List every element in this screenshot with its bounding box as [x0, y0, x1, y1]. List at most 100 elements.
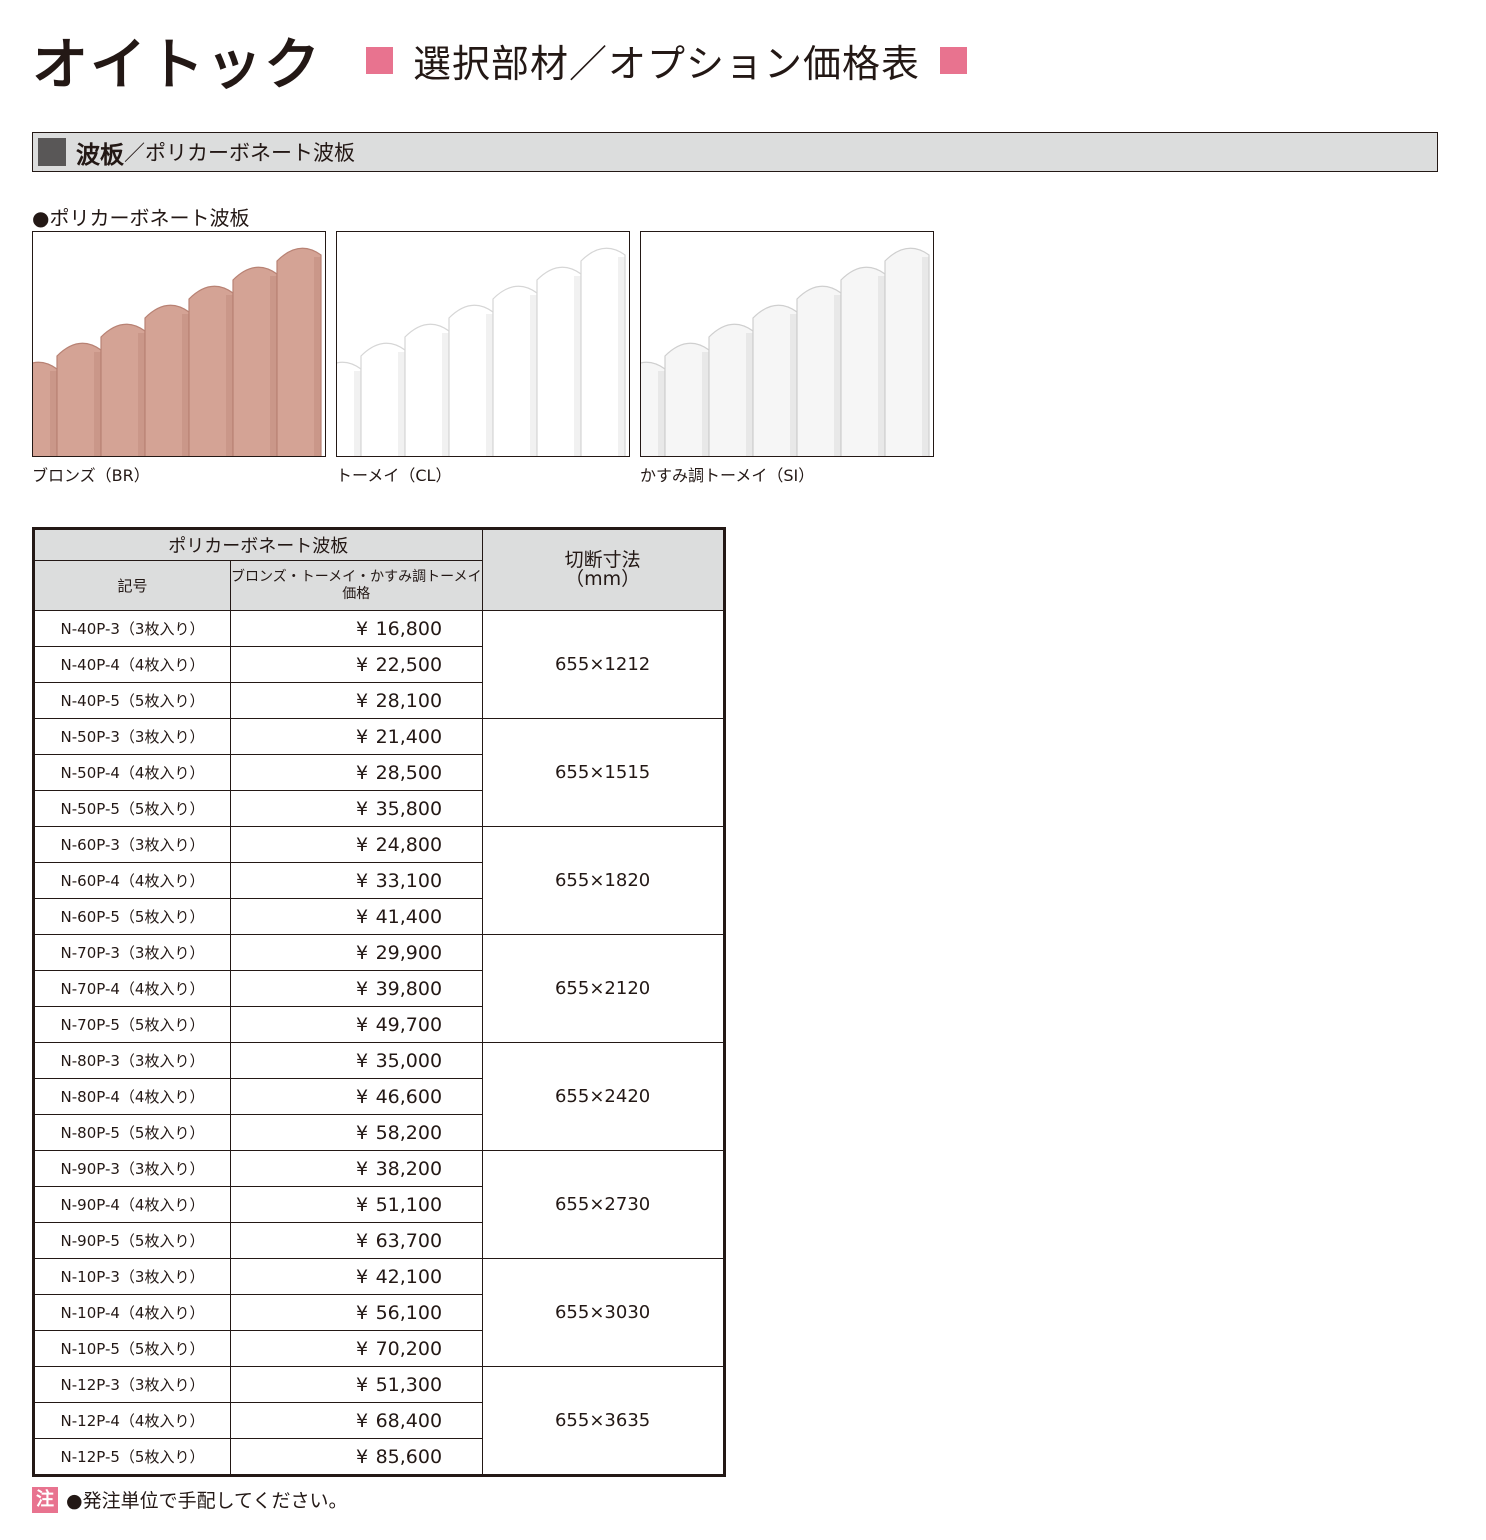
corrugation-shade [790, 314, 797, 456]
product-code-cell: N-12P-5（5枚入り） [33, 1438, 231, 1476]
price-cell: ¥42,100 [230, 1258, 483, 1295]
cut-size-cell: 655×3635 [481, 1366, 725, 1476]
corrugation-shade [94, 352, 101, 456]
price-column-header: ブロンズ・トーメイ・かすみ調トーメイ 価格 [230, 560, 483, 611]
table-row: N-40P-3（3枚入り） ¥16,800 655×1212 [33, 610, 725, 719]
product-code-cell: N-80P-5（5枚入り） [33, 1114, 231, 1151]
currency-symbol: ¥ [356, 1049, 369, 1072]
cut-size-cell: 655×1515 [481, 718, 725, 827]
swatch-caption: かすみ調トーメイ（SI） [640, 466, 815, 485]
cut-size-cell: 655×1212 [481, 610, 725, 719]
price-amount: 49,700 [375, 1013, 443, 1036]
price-cell: ¥33,100 [230, 862, 483, 899]
note-text: ●発注単位で手配してください。 [66, 1490, 348, 1512]
table-row: N-50P-3（3枚入り） ¥21,400 655×1515 [33, 718, 725, 827]
currency-symbol: ¥ [356, 1121, 369, 1144]
price-table: ポリカーボネート波板 切断寸法 （mm） 記号 ブロンズ・トーメイ・かすみ調トー… [32, 527, 726, 1477]
corrugation-shade [658, 371, 665, 456]
currency-symbol: ¥ [356, 1229, 369, 1252]
price-amount: 56,100 [375, 1301, 443, 1324]
price-cell: ¥68,400 [230, 1402, 483, 1439]
product-code-cell: N-10P-3（3枚入り） [33, 1258, 231, 1295]
currency-symbol: ¥ [356, 1265, 369, 1288]
product-code-cell: N-50P-5（5枚入り） [33, 790, 231, 827]
corrugation-shade [442, 333, 449, 456]
swatch-caption: トーメイ（CL） [336, 466, 452, 485]
price-amount: 29,900 [375, 941, 443, 964]
product-code-cell: N-40P-4（4枚入り） [33, 646, 231, 683]
price-amount: 70,200 [375, 1337, 443, 1360]
price-header-label: 価格 [342, 585, 371, 602]
page-header: オイトック 選択部材／オプション価格表 [32, 24, 968, 98]
table-row: N-70P-3（3枚入り） ¥29,900 655×2120 [33, 934, 725, 1043]
table-row: N-80P-3（3枚入り） ¥35,000 655×2420 [33, 1042, 725, 1151]
price-amount: 22,500 [375, 653, 443, 676]
currency-symbol: ¥ [356, 797, 369, 820]
corrugation-shade [486, 314, 493, 456]
price-cell: ¥63,700 [230, 1222, 483, 1259]
price-cell: ¥51,100 [230, 1186, 483, 1223]
pink-square-icon [366, 46, 393, 74]
product-code-cell: N-80P-4（4枚入り） [33, 1078, 231, 1115]
price-amount: 51,300 [375, 1373, 443, 1396]
price-amount: 42,100 [375, 1265, 443, 1288]
price-cell: ¥35,800 [230, 790, 483, 827]
currency-symbol: ¥ [356, 653, 369, 676]
table-row: N-10P-3（3枚入り） ¥42,100 655×3030 [33, 1258, 725, 1367]
price-header-colors: ブロンズ・トーメイ・かすみ調トーメイ [231, 568, 482, 585]
price-amount: 68,400 [375, 1409, 443, 1432]
price-cell: ¥58,200 [230, 1114, 483, 1151]
corrugation-shade [354, 371, 361, 456]
corrugation-shade [226, 295, 233, 456]
table-row: N-60P-3（3枚入り） ¥24,800 655×1820 [33, 826, 725, 935]
price-amount: 63,700 [375, 1229, 443, 1252]
price-cell: ¥16,800 [230, 610, 483, 647]
price-amount: 85,600 [375, 1445, 443, 1468]
product-code-cell: N-90P-4（4枚入り） [33, 1186, 231, 1223]
product-code-cell: N-10P-4（4枚入り） [33, 1294, 231, 1331]
product-code-cell: N-70P-5（5枚入り） [33, 1006, 231, 1043]
cut-size-header-unit: （mm） [565, 568, 641, 590]
currency-symbol: ¥ [356, 977, 369, 1000]
cut-size-cell: 655×2120 [481, 934, 725, 1043]
price-amount: 41,400 [375, 905, 443, 928]
currency-symbol: ¥ [356, 941, 369, 964]
cut-size-cell: 655×3030 [481, 1258, 725, 1367]
section-subtitle: ／ポリカーボネート波板 [124, 141, 355, 165]
price-amount: 58,200 [375, 1121, 443, 1144]
order-note: 注 ●発注単位で手配してください。 [32, 1486, 347, 1513]
price-cell: ¥51,300 [230, 1366, 483, 1403]
product-code-cell: N-12P-4（4枚入り） [33, 1402, 231, 1439]
cut-size-header: 切断寸法 （mm） [481, 528, 725, 611]
brand-title: オイトック [32, 32, 322, 98]
price-amount: 16,800 [375, 617, 443, 640]
swatch-image-bronze [32, 231, 326, 457]
corrugation-shade [398, 352, 405, 456]
table-row: N-90P-3（3枚入り） ¥38,200 655×2730 [33, 1150, 725, 1259]
currency-symbol: ¥ [356, 1013, 369, 1036]
currency-symbol: ¥ [356, 833, 369, 856]
price-cell: ¥39,800 [230, 970, 483, 1007]
currency-symbol: ¥ [356, 689, 369, 712]
product-code-cell: N-60P-3（3枚入り） [33, 826, 231, 863]
pink-square-icon [940, 46, 968, 74]
corrugation-shade [702, 352, 709, 456]
price-cell: ¥22,500 [230, 646, 483, 683]
price-cell: ¥21,400 [230, 718, 483, 755]
currency-symbol: ¥ [356, 1373, 369, 1396]
swatch-image-clear [336, 231, 630, 457]
corrugation-shade [878, 276, 885, 456]
price-cell: ¥56,100 [230, 1294, 483, 1331]
price-amount: 24,800 [375, 833, 443, 856]
product-code-cell: N-80P-3（3枚入り） [33, 1042, 231, 1079]
product-code-cell: N-90P-3（3枚入り） [33, 1150, 231, 1187]
price-amount: 38,200 [375, 1157, 443, 1180]
cut-size-cell: 655×2730 [481, 1150, 725, 1259]
product-code-cell: N-40P-3（3枚入り） [33, 610, 231, 647]
product-code-cell: N-70P-3（3枚入り） [33, 934, 231, 971]
price-cell: ¥29,900 [230, 934, 483, 971]
product-heading: ●ポリカーボネート波板 [32, 206, 250, 230]
price-cell: ¥46,600 [230, 1078, 483, 1115]
product-code-cell: N-10P-5（5枚入り） [33, 1330, 231, 1367]
section-square-icon [38, 138, 66, 166]
